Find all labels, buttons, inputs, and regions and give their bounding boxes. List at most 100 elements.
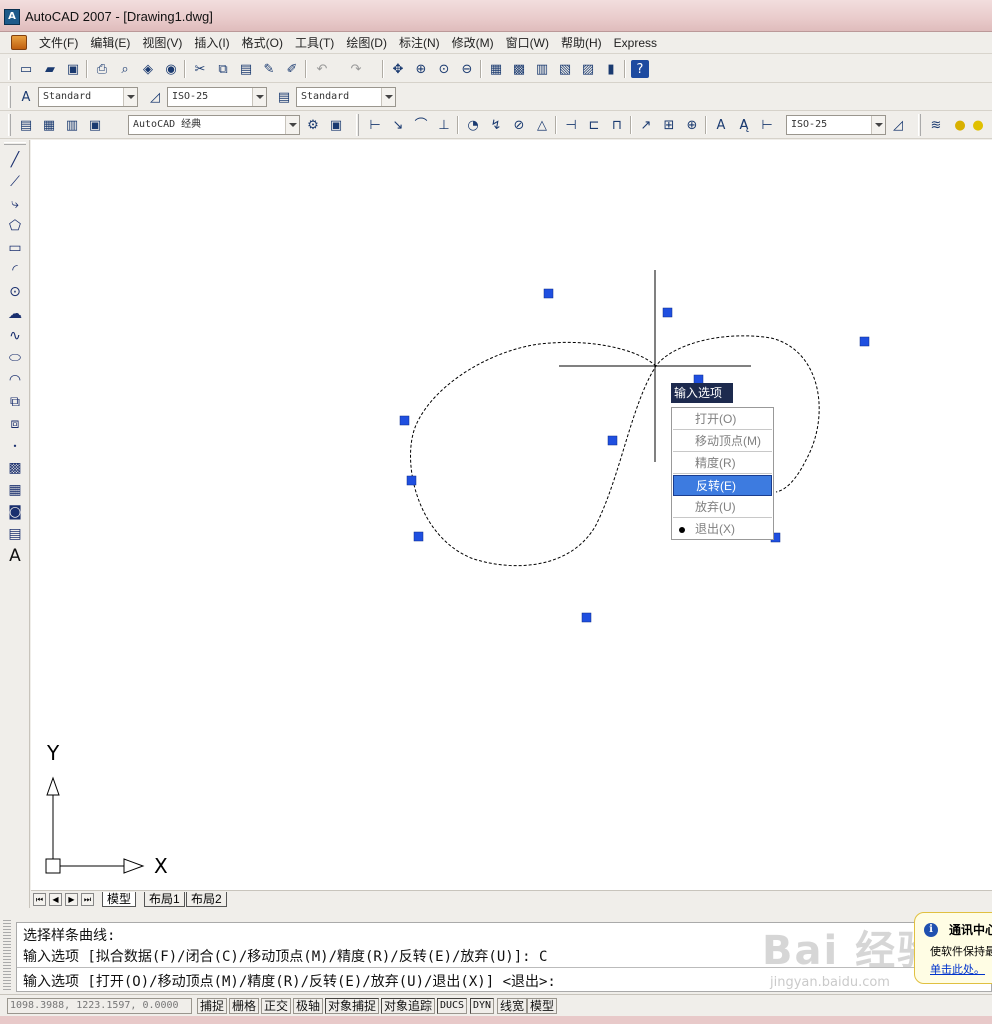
- grip[interactable]: [581, 612, 592, 623]
- arc-length-dim-icon[interactable]: ⌒: [411, 115, 431, 135]
- menu-modify[interactable]: 修改(M): [446, 35, 500, 51]
- next-tab-icon[interactable]: ▶: [65, 893, 78, 906]
- arc-icon[interactable]: ◜: [4, 260, 26, 280]
- layer-previous-icon[interactable]: ▥: [62, 115, 82, 135]
- tab-model[interactable]: 模型: [102, 892, 137, 907]
- layer-icon[interactable]: ▤: [16, 115, 36, 135]
- tab-layout1[interactable]: 布局1: [144, 892, 185, 907]
- balloon-link[interactable]: 单击此处。: [930, 961, 985, 977]
- baseline-dim-icon[interactable]: ⊏: [584, 115, 604, 135]
- toolbar-grip[interactable]: [8, 86, 11, 108]
- menu-item-exit[interactable]: 退出(X): [673, 519, 772, 540]
- spline-icon[interactable]: ∿: [4, 326, 26, 346]
- menu-window[interactable]: 窗口(W): [500, 35, 555, 51]
- publish-icon[interactable]: ◈: [138, 59, 158, 79]
- jogged-dim-icon[interactable]: ↯: [486, 115, 506, 135]
- block-editor-icon[interactable]: ✐: [282, 59, 302, 79]
- circle-icon[interactable]: ⊙: [4, 282, 26, 302]
- region-icon[interactable]: ◙: [4, 502, 26, 522]
- grip[interactable]: [543, 288, 554, 299]
- design-center-icon[interactable]: ▩: [509, 59, 529, 79]
- dim-style-icon[interactable]: ◿: [145, 87, 165, 107]
- angular-dim-icon[interactable]: △: [532, 115, 552, 135]
- sun-icon[interactable]: ●: [968, 115, 988, 135]
- text-style-select[interactable]: Standard: [38, 87, 138, 107]
- 3d-dwf-icon[interactable]: ◉: [161, 59, 181, 79]
- bulb-icon[interactable]: ●: [950, 115, 970, 135]
- layer-make-current-icon[interactable]: ▣: [85, 115, 105, 135]
- menu-item-move-vertex[interactable]: 移动顶点(M): [673, 431, 772, 452]
- menu-help[interactable]: 帮助(H): [555, 35, 608, 51]
- communication-center-balloon[interactable]: i 通讯中心 使软件保持最 单击此处。: [914, 912, 992, 984]
- paste-icon[interactable]: ▤: [236, 59, 256, 79]
- linear-dim-icon[interactable]: ⊢: [365, 115, 385, 135]
- layers-icon[interactable]: ≋: [926, 115, 946, 135]
- table-style-icon[interactable]: ▤: [274, 87, 294, 107]
- first-tab-icon[interactable]: ⏮: [33, 893, 46, 906]
- menu-file[interactable]: 文件(F): [33, 35, 84, 51]
- center-mark-icon[interactable]: ⊕: [682, 115, 702, 135]
- hatch-icon[interactable]: ▩: [4, 458, 26, 478]
- polyline-icon[interactable]: ⤷: [4, 194, 26, 214]
- grip[interactable]: [413, 531, 424, 542]
- dim-style-select-2[interactable]: ISO-25: [786, 115, 886, 135]
- ortho-toggle[interactable]: 正交: [261, 998, 292, 1014]
- osnap-toggle[interactable]: 对象捕捉: [325, 998, 380, 1014]
- table-style-select[interactable]: Standard: [296, 87, 396, 107]
- rectangle-icon[interactable]: ▭: [4, 238, 26, 258]
- undo-icon[interactable]: ↶: [312, 59, 332, 79]
- leader-icon[interactable]: ↗: [636, 115, 656, 135]
- zoom-window-icon[interactable]: ⊙: [434, 59, 454, 79]
- table-icon[interactable]: ▤: [4, 524, 26, 544]
- menu-item-refine[interactable]: 精度(R): [673, 453, 772, 474]
- menu-format[interactable]: 格式(O): [236, 35, 289, 51]
- last-tab-icon[interactable]: ⏭: [81, 893, 94, 906]
- menu-app-icon[interactable]: [11, 35, 27, 50]
- workspace-select[interactable]: AutoCAD 经典: [128, 115, 300, 135]
- dim-edit-icon[interactable]: A: [711, 115, 731, 135]
- ducs-toggle[interactable]: DUCS: [437, 998, 468, 1014]
- tool-palettes-icon[interactable]: ▥: [532, 59, 552, 79]
- polygon-icon[interactable]: ⬠: [4, 216, 26, 236]
- calculator-icon[interactable]: ▮: [601, 59, 621, 79]
- pan-icon[interactable]: ✥: [388, 59, 408, 79]
- point-icon[interactable]: •: [4, 436, 26, 456]
- plot-icon[interactable]: ⎙: [92, 59, 112, 79]
- text-style-icon[interactable]: A: [16, 87, 36, 107]
- snap-toggle[interactable]: 捕捉: [197, 998, 228, 1014]
- open-icon[interactable]: ▰: [40, 59, 60, 79]
- menu-express[interactable]: Express: [608, 35, 663, 51]
- menu-tools[interactable]: 工具(T): [289, 35, 340, 51]
- menu-view[interactable]: 视图(V): [136, 35, 188, 51]
- grip[interactable]: [859, 336, 870, 347]
- dyn-toggle[interactable]: DYN: [470, 998, 495, 1014]
- multiline-text-icon[interactable]: A: [4, 546, 26, 566]
- grip[interactable]: [406, 475, 417, 486]
- zoom-realtime-icon[interactable]: ⊕: [411, 59, 431, 79]
- menu-item-reverse[interactable]: 反转(E): [673, 475, 772, 496]
- diameter-dim-icon[interactable]: ⊘: [509, 115, 529, 135]
- model-toggle[interactable]: 模型: [527, 998, 558, 1014]
- lineweight-toggle[interactable]: 线宽: [497, 998, 528, 1014]
- menu-dimension[interactable]: 标注(N): [393, 35, 446, 51]
- workspace-settings-icon[interactable]: ⚙: [303, 115, 323, 135]
- ellipse-arc-icon[interactable]: ◠: [4, 370, 26, 390]
- dim-style-select[interactable]: ISO-25: [167, 87, 267, 107]
- radius-dim-icon[interactable]: ◔: [463, 115, 483, 135]
- save-icon[interactable]: ▣: [63, 59, 83, 79]
- cut-icon[interactable]: ✂: [190, 59, 210, 79]
- prev-tab-icon[interactable]: ◀: [49, 893, 62, 906]
- ordinate-dim-icon[interactable]: ⊥: [434, 115, 454, 135]
- menu-item-open[interactable]: 打开(O): [673, 409, 772, 430]
- dim-update-icon[interactable]: ⊢: [757, 115, 777, 135]
- otrack-toggle[interactable]: 对象追踪: [381, 998, 436, 1014]
- menu-edit[interactable]: 编辑(E): [84, 35, 136, 51]
- workspace-save-icon[interactable]: ▣: [326, 115, 346, 135]
- revcloud-icon[interactable]: ☁: [4, 304, 26, 324]
- grip[interactable]: [607, 435, 618, 446]
- layer-state-icon[interactable]: ▦: [39, 115, 59, 135]
- zoom-previous-icon[interactable]: ⊖: [457, 59, 477, 79]
- toolbar-grip[interactable]: [8, 114, 11, 136]
- grid-toggle[interactable]: 栅格: [229, 998, 260, 1014]
- aligned-dim-icon[interactable]: ↘: [388, 115, 408, 135]
